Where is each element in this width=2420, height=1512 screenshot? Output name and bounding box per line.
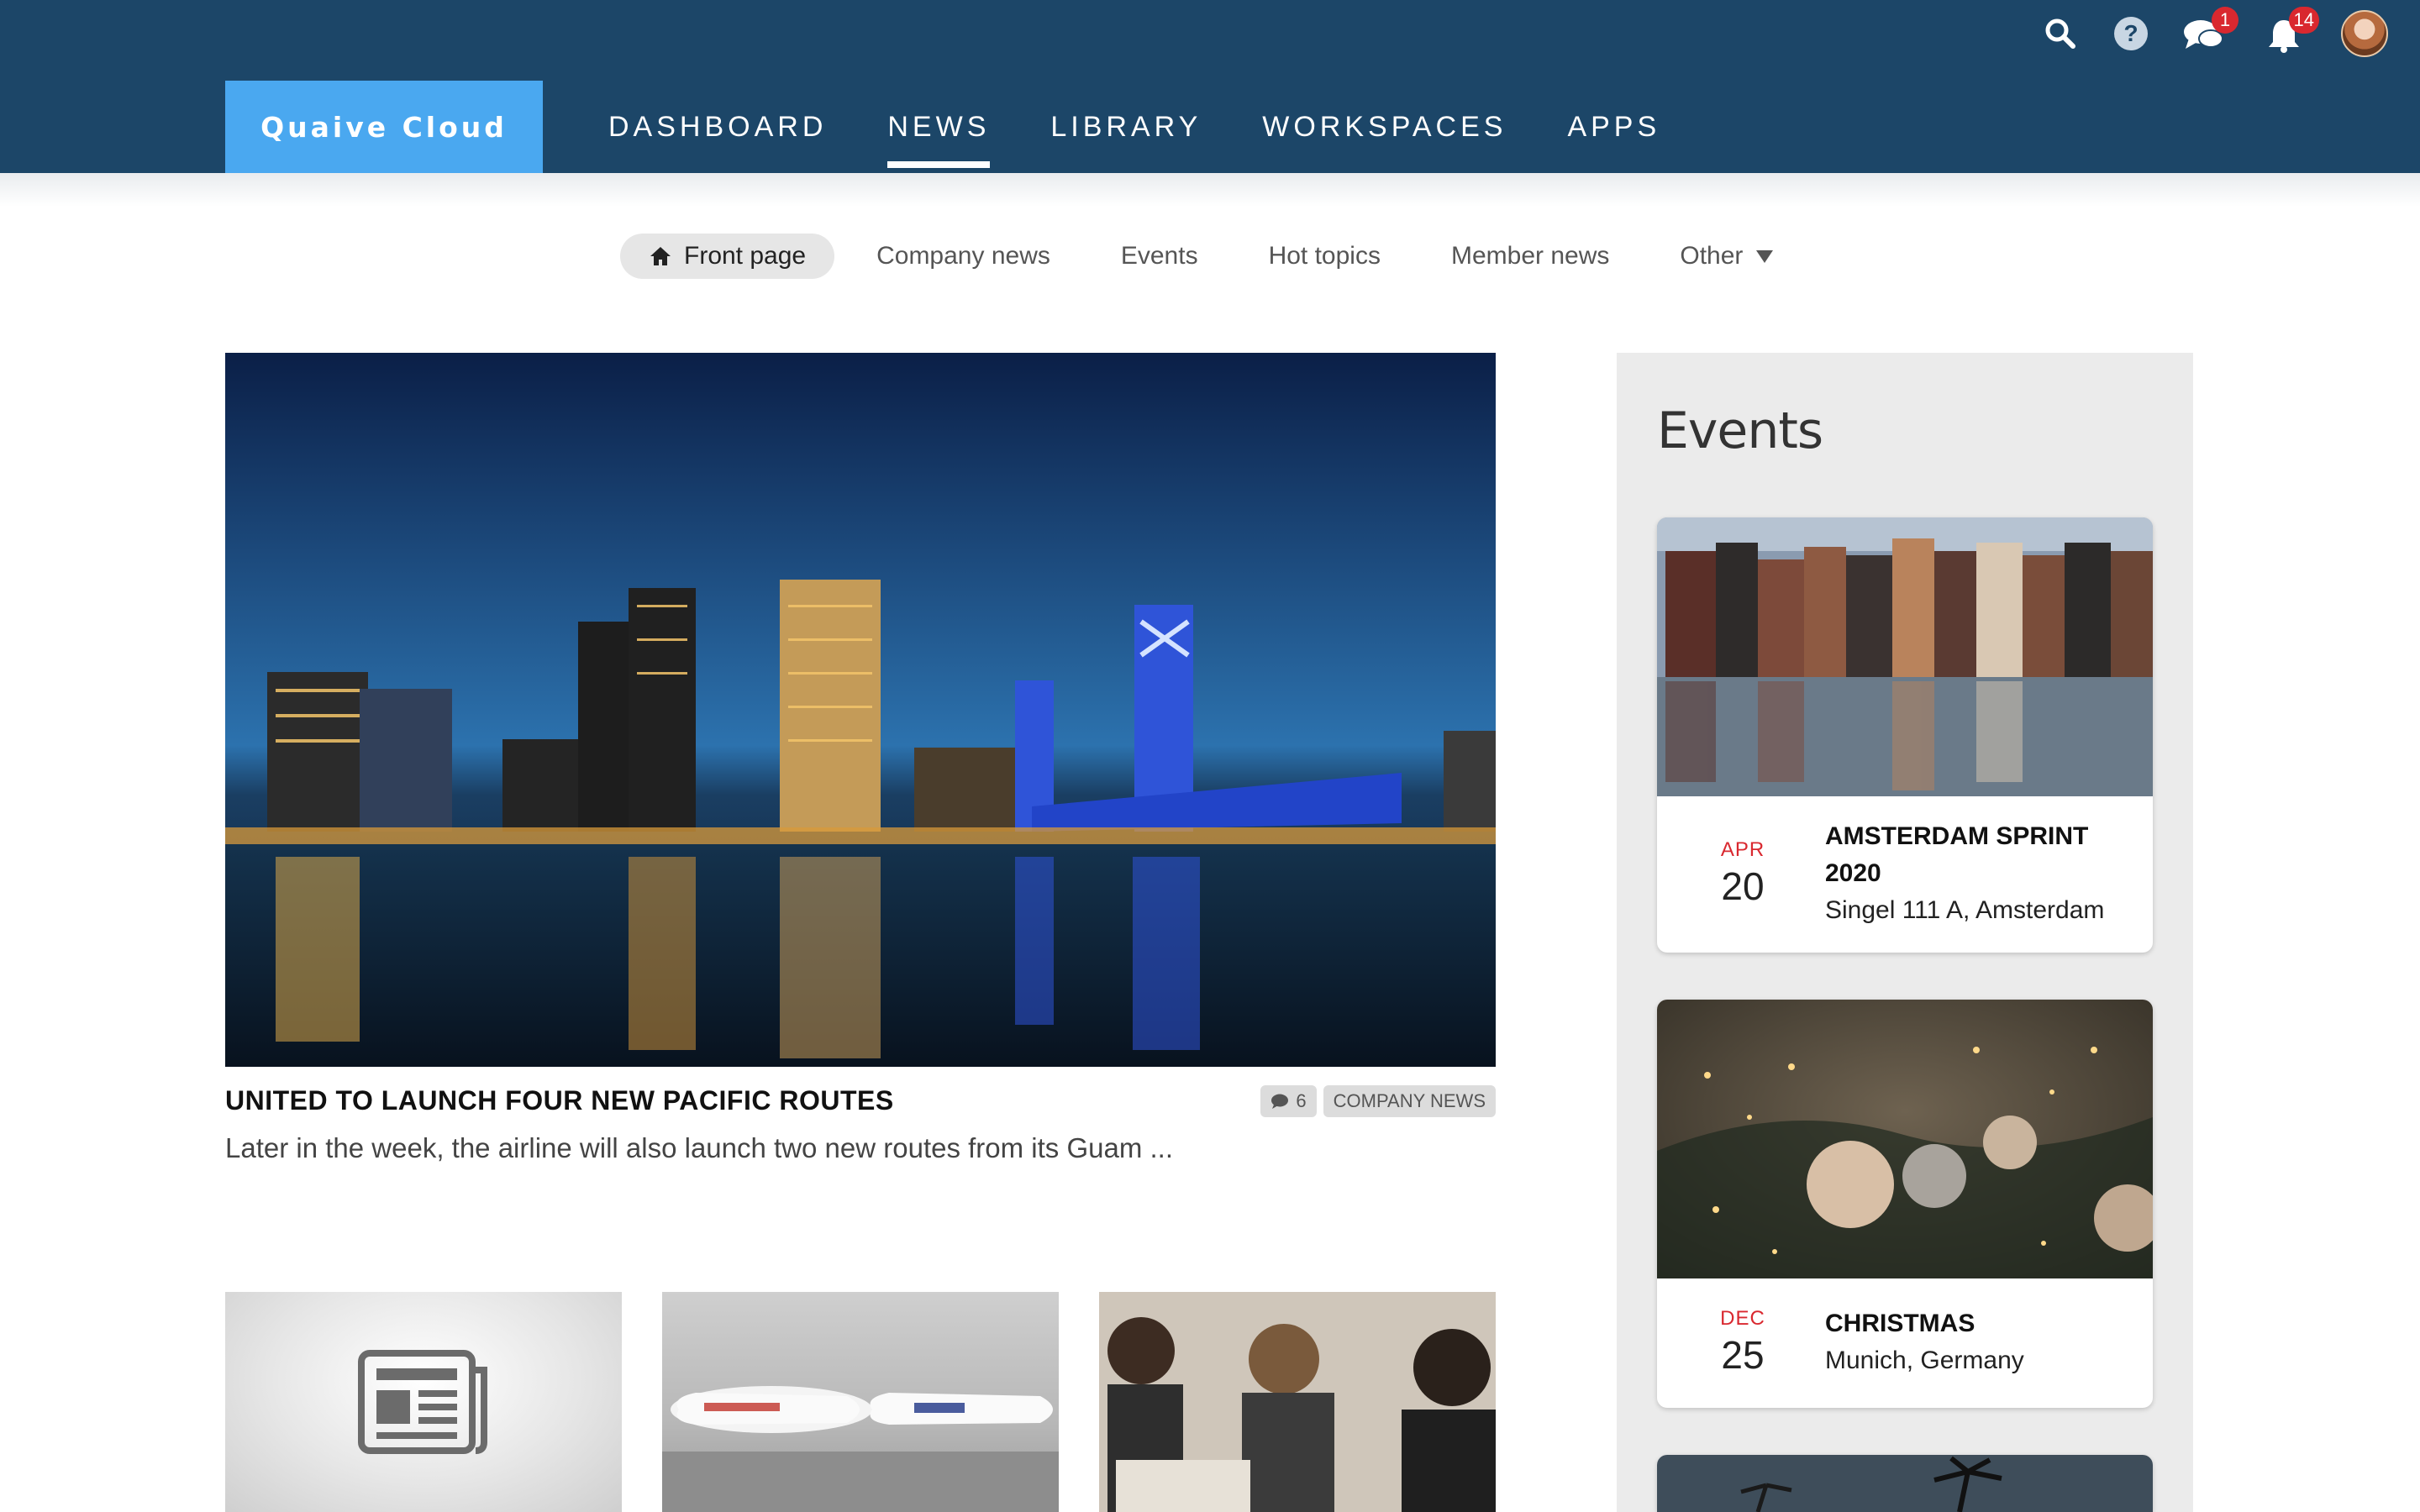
messages-badge: 1 xyxy=(2212,7,2238,34)
main-nav: DASHBOARD NEWS LIBRARY WORKSPACES APPS xyxy=(588,81,1701,173)
event-day: 25 xyxy=(1721,1333,1765,1377)
event-date: DEC 25 xyxy=(1657,1307,1828,1378)
news-card-thumbnail[interactable] xyxy=(225,1292,622,1512)
sub-nav: Front page Company news Events Hot topic… xyxy=(620,234,1817,279)
nav-dashboard[interactable]: DASHBOARD xyxy=(588,81,847,173)
featured-article-meta: 6 COMPANY NEWS xyxy=(1260,1085,1496,1117)
event-image-amsterdam xyxy=(1657,517,2153,796)
event-date: APR 20 xyxy=(1657,838,1828,909)
nav-workspaces[interactable]: WORKSPACES xyxy=(1242,81,1527,173)
svg-text:?: ? xyxy=(2123,20,2138,46)
event-month: APR xyxy=(1720,838,1765,861)
news-card-meeting-image[interactable] xyxy=(1099,1292,1496,1512)
subnav-front-page[interactable]: Front page xyxy=(620,234,835,279)
subnav-front-page-label: Front page xyxy=(684,242,807,270)
notifications-icon[interactable]: 14 xyxy=(2260,7,2319,59)
subnav-events[interactable]: Events xyxy=(1092,234,1227,279)
event-image-tropical xyxy=(1657,1455,2153,1512)
event-card[interactable]: DEC 25 CHRISTMAS Munich, Germany xyxy=(1657,1000,2153,1408)
category-tag[interactable]: COMPANY NEWS xyxy=(1323,1085,1496,1117)
messages-icon[interactable]: 1 xyxy=(2180,7,2238,59)
events-title: Events xyxy=(1657,402,1823,460)
user-avatar[interactable] xyxy=(2341,10,2388,57)
event-location: Singel 111 A, Amsterdam xyxy=(1825,896,2105,924)
newspaper-icon xyxy=(358,1350,487,1454)
event-card[interactable]: APR 20 AMSTERDAM SPRINT 2020 Singel 111 … xyxy=(1657,517,2153,953)
comment-count-pill[interactable]: 6 xyxy=(1260,1085,1317,1117)
subnav-member-news[interactable]: Member news xyxy=(1423,234,1638,279)
nav-library[interactable]: LIBRARY xyxy=(1030,81,1222,173)
event-location: Munich, Germany xyxy=(1825,1347,2024,1374)
search-icon[interactable] xyxy=(2037,10,2084,57)
subnav-company-news[interactable]: Company news xyxy=(848,234,1079,279)
subnav-other-label: Other xyxy=(1680,242,1744,270)
event-title[interactable]: AMSTERDAM SPRINT 2020 xyxy=(1825,818,2128,892)
news-card-airplanes-image[interactable] xyxy=(662,1292,1059,1512)
help-icon[interactable]: ? xyxy=(2107,10,2154,57)
event-title[interactable]: CHRISTMAS xyxy=(1825,1305,2128,1342)
event-card[interactable] xyxy=(1657,1455,2153,1512)
comment-icon xyxy=(1271,1094,1289,1109)
event-day: 20 xyxy=(1721,864,1765,908)
comment-count: 6 xyxy=(1296,1090,1307,1111)
featured-article-excerpt: Later in the week, the airline will also… xyxy=(225,1132,1174,1163)
brand-logo[interactable]: Quaive Cloud xyxy=(225,81,543,173)
subnav-shadow xyxy=(0,173,2420,207)
nav-news[interactable]: NEWS xyxy=(867,81,1010,173)
featured-article-image[interactable] xyxy=(225,353,1496,1067)
home-icon xyxy=(649,245,672,267)
event-month: DEC xyxy=(1720,1307,1765,1330)
notifications-badge: 14 xyxy=(2288,7,2319,34)
subnav-other[interactable]: Other xyxy=(1651,234,1803,279)
subnav-hot-topics[interactable]: Hot topics xyxy=(1240,234,1409,279)
caret-down-icon xyxy=(1754,248,1775,265)
nav-apps[interactable]: APPS xyxy=(1547,81,1681,173)
event-image-christmas xyxy=(1657,1000,2153,1278)
featured-article-title[interactable]: UNITED TO LAUNCH FOUR NEW PACIFIC ROUTES xyxy=(225,1085,894,1116)
